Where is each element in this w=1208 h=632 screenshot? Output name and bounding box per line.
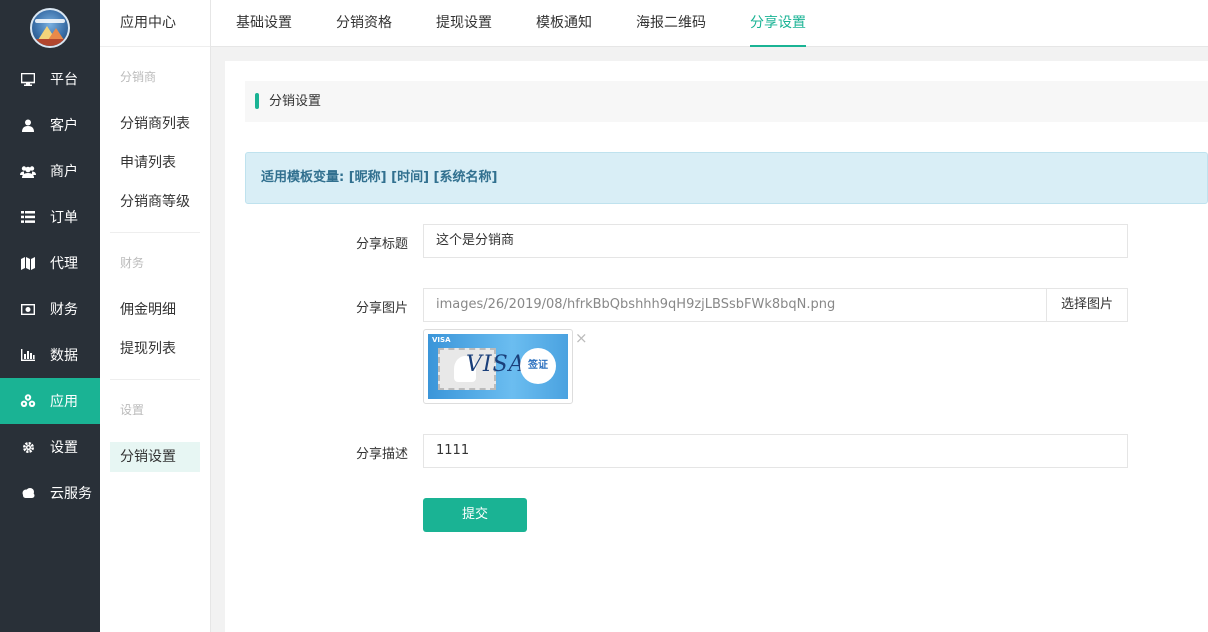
gear-icon <box>20 439 36 455</box>
sidebar-item-settings[interactable]: 设置 <box>0 424 100 470</box>
list-icon <box>20 209 36 225</box>
section-accent-bar <box>255 93 259 109</box>
sidebar-item-agent[interactable]: 代理 <box>0 240 100 286</box>
sidebar-item-label: 设置 <box>50 440 78 456</box>
sidebar-item-orders[interactable]: 订单 <box>0 194 100 240</box>
sidebar-item-label: 商户 <box>50 164 78 180</box>
sidebar-item-platform[interactable]: 平台 <box>0 56 100 102</box>
tab-withdraw-settings[interactable]: 提现设置 <box>436 0 492 47</box>
tab-template-notice[interactable]: 模板通知 <box>536 0 592 47</box>
section-title: 分销设置 <box>269 94 322 109</box>
subnav-item-application-list[interactable]: 申请列表 <box>100 144 210 183</box>
monitor-icon <box>20 71 36 87</box>
sidebar-item-label: 应用 <box>50 394 78 410</box>
user-icon <box>20 117 36 133</box>
subnav-item-withdraw-list[interactable]: 提现列表 <box>100 330 210 369</box>
sidebar-item-label: 财务 <box>50 302 78 318</box>
subnav-title: 应用中心 <box>100 0 210 47</box>
bar-chart-icon <box>20 347 36 363</box>
visa-word: VISA <box>466 352 526 377</box>
visa-seal: 签证 <box>520 348 556 384</box>
app-center-nav: 应用中心 分销商 分销商列表 申请列表 分销商等级 财务 佣金明细 提现列表 设… <box>100 0 211 632</box>
logo[interactable] <box>0 0 100 56</box>
subnav-item-distributor-level[interactable]: 分销商等级 <box>100 183 210 222</box>
sidebar-item-label: 订单 <box>50 210 78 226</box>
subnav-group-distributor: 分销商 <box>120 70 157 84</box>
sidebar-item-finance[interactable]: 财务 <box>0 286 100 332</box>
top-tab-bar: 基础设置 分销资格 提现设置 模板通知 海报二维码 分享设置 <box>211 0 1208 47</box>
section-header: 分销设置 <box>245 81 1208 122</box>
subnav-group-finance: 财务 <box>120 256 145 270</box>
sidebar-item-label: 平台 <box>50 72 78 88</box>
visa-tag: VISA <box>432 336 451 344</box>
image-thumbnail: VISA VISA 签证 <box>423 329 573 404</box>
main-sidebar: 平台 客户 商户 订单 代理 财务 数据 应用 设置 云服务 <box>0 0 100 632</box>
sidebar-item-label: 云服务 <box>50 486 92 502</box>
share-description-label: 分享描述 <box>355 447 408 462</box>
share-image-path-input[interactable]: images/26/2019/08/hfrkBbQbshhh9qH9zjLBSs… <box>423 288 1047 322</box>
sidebar-item-cloud[interactable]: 云服务 <box>0 470 100 516</box>
tab-basic-settings[interactable]: 基础设置 <box>236 0 292 47</box>
logo-image <box>30 8 70 48</box>
share-title-label: 分享标题 <box>355 237 408 252</box>
sidebar-item-merchant[interactable]: 商户 <box>0 148 100 194</box>
subnav-item-commission-detail[interactable]: 佣金明细 <box>100 291 210 330</box>
cubes-icon <box>20 393 36 409</box>
cloud-icon <box>20 485 36 501</box>
sidebar-item-label: 客户 <box>50 118 78 134</box>
money-icon <box>20 301 36 317</box>
map-icon <box>20 255 36 271</box>
subnav-item-distributor-list[interactable]: 分销商列表 <box>100 105 210 144</box>
select-image-button[interactable]: 选择图片 <box>1046 288 1128 322</box>
sidebar-item-apps[interactable]: 应用 <box>0 378 100 424</box>
sidebar-item-label: 代理 <box>50 256 78 272</box>
subnav-item-distribution-settings[interactable]: 分销设置 <box>110 442 200 472</box>
share-description-input[interactable]: 1111 <box>423 434 1128 468</box>
share-image-label: 分享图片 <box>355 301 408 316</box>
subnav-group-settings: 设置 <box>120 403 145 417</box>
main-content: 分销设置 适用模板变量: [昵称] [时间] [系统名称] 分享标题 这个是分销… <box>225 61 1208 632</box>
tab-share-settings[interactable]: 分享设置 <box>750 0 806 47</box>
tab-distribution-qualification[interactable]: 分销资格 <box>336 0 392 47</box>
visa-image: VISA VISA 签证 <box>428 334 568 399</box>
remove-image-icon[interactable]: × <box>575 329 588 347</box>
sidebar-item-data[interactable]: 数据 <box>0 332 100 378</box>
users-icon <box>20 163 36 179</box>
alert-text: 适用模板变量: [昵称] [时间] [系统名称] <box>261 170 498 185</box>
sidebar-item-customer[interactable]: 客户 <box>0 102 100 148</box>
submit-button[interactable]: 提交 <box>423 498 527 532</box>
template-variables-alert: 适用模板变量: [昵称] [时间] [系统名称] <box>245 152 1208 204</box>
tab-poster-qrcode[interactable]: 海报二维码 <box>636 0 706 47</box>
share-title-input[interactable]: 这个是分销商 <box>423 224 1128 258</box>
sidebar-item-label: 数据 <box>50 348 78 364</box>
